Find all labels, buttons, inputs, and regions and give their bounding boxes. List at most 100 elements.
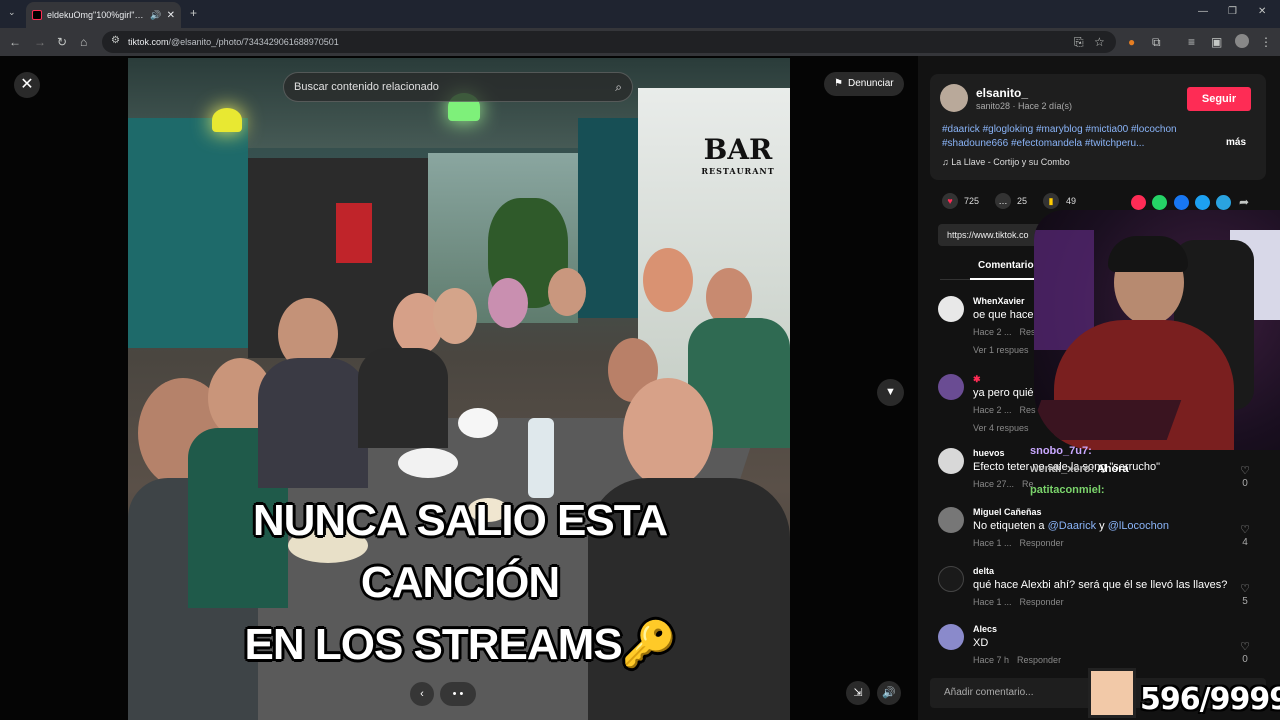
comment-time: Hace 2 ... <box>973 405 1012 415</box>
comment-time: Hace 1 ... <box>973 538 1012 548</box>
share-facebook-icon[interactable] <box>1174 195 1189 210</box>
tab-close-icon[interactable]: ✕ <box>167 10 175 21</box>
comment-meta: Hace 1 ... Responder <box>973 538 1072 548</box>
share-tiktok-icon[interactable] <box>1131 195 1146 210</box>
author-username[interactable]: elsanito_ <box>976 86 1028 100</box>
comment-like-icon[interactable]: ♡ <box>1238 464 1252 477</box>
commenter-name[interactable]: Miguel Cañeñas <box>973 507 1042 517</box>
close-viewer-button[interactable]: ✕ <box>14 72 40 98</box>
comment-like-icon[interactable]: ♡ <box>1238 582 1252 595</box>
related-search-input[interactable]: Buscar contenido relacionado ⌕ <box>283 72 633 102</box>
reply-button[interactable]: Responder <box>1017 655 1061 665</box>
extensions-icon[interactable]: ⧉ <box>1152 36 1161 48</box>
photo-pagination-dots[interactable]: • • <box>440 682 476 706</box>
search-icon[interactable]: ⌕ <box>615 73 622 101</box>
volume-button[interactable]: 🔊 <box>877 681 901 705</box>
author-avatar[interactable] <box>940 84 968 112</box>
profile-avatar-icon[interactable] <box>1235 34 1249 48</box>
window-close-icon[interactable]: ✕ <box>1258 7 1266 17</box>
chat-username: patitaconmiel: <box>1030 484 1105 496</box>
view-replies-button[interactable]: Ver 4 respues <box>973 423 1029 433</box>
volume-icon: 🔊 <box>882 687 896 699</box>
mention-link[interactable]: @lLocochon <box>1108 520 1169 532</box>
share-telegram-icon[interactable] <box>1216 195 1231 210</box>
tab-list-icon[interactable]: ⌄ <box>8 8 16 17</box>
speaker-icon: 🔊 <box>150 9 162 20</box>
comment-like-icon[interactable]: ♡ <box>1238 523 1252 536</box>
reply-button[interactable]: Res <box>1020 405 1036 415</box>
commenter-avatar[interactable] <box>938 507 964 533</box>
commenter-avatar[interactable] <box>938 624 964 650</box>
post-hashtags[interactable]: #daarick #glogloking #maryblog #mictia00… <box>942 123 1214 151</box>
install-icon[interactable]: ⎘ <box>1074 36 1084 48</box>
menu-kebab-icon[interactable]: ⋮ <box>1260 36 1272 48</box>
autoscroll-button[interactable]: ⇲ <box>846 681 870 705</box>
bookmark-star-icon[interactable]: ☆ <box>1094 36 1105 48</box>
tiktok-favicon-icon <box>32 10 42 20</box>
restore-icon[interactable]: ❐ <box>1228 7 1237 17</box>
caption-line: CANCIÓN <box>360 558 560 607</box>
author-subline: sanito28 · Hace 2 día(s) <box>976 101 1073 111</box>
report-button[interactable]: ⚑ Denunciar <box>824 72 904 96</box>
comment-text: XD <box>973 637 989 649</box>
chevron-down-icon: ▼ <box>885 386 896 398</box>
commenter-avatar[interactable] <box>938 296 964 322</box>
chat-line: wendi_xero: Ahora <box>1030 463 1129 475</box>
sidebar-icon[interactable]: ▣ <box>1211 36 1222 48</box>
minimize-icon[interactable]: — <box>1198 7 1208 17</box>
share-twitter-icon[interactable] <box>1195 195 1210 210</box>
tab-comments[interactable]: Comentarios <box>978 260 1039 271</box>
flag-icon: ⚑ <box>834 78 843 89</box>
new-tab-icon[interactable]: + <box>190 7 197 19</box>
commenter-name[interactable]: WhenXavier <box>973 296 1025 306</box>
commenter-name[interactable]: delta <box>973 566 994 576</box>
chat-username: wendi_xero: <box>1030 463 1095 475</box>
search-placeholder: Buscar contenido relacionado <box>294 81 439 93</box>
pin-icon: ⇲ <box>853 687 863 699</box>
view-replies-button[interactable]: Ver 1 respues <box>973 345 1029 355</box>
comment-text: No etiqueten a @Daarick y @lLocochon <box>973 520 1169 532</box>
url-field[interactable]: ⚙ tiktok.com/@elsanito_/photo/7343429061… <box>102 31 1116 53</box>
streamer-webcam <box>1034 210 1280 450</box>
tab-active-indicator <box>970 278 1040 280</box>
browser-tab[interactable]: eldekuOmg"100%girl" (@el 🔊 ✕ <box>26 2 181 28</box>
reply-button[interactable]: Responder <box>1020 597 1064 607</box>
site-info-icon[interactable]: ⚙ <box>111 36 120 46</box>
commenter-avatar[interactable] <box>938 374 964 400</box>
person-body <box>358 348 448 448</box>
share-more-icon[interactable]: ➦ <box>1239 196 1249 208</box>
extension-fox-icon[interactable]: ● <box>1128 36 1135 48</box>
like-heart-icon[interactable]: ♥ <box>942 193 958 209</box>
commenter-name[interactable]: huevos <box>973 448 1005 458</box>
media-icon[interactable]: ≡ <box>1188 36 1195 48</box>
follow-button[interactable]: Seguir <box>1187 87 1251 111</box>
forward-icon[interactable]: → <box>34 36 46 48</box>
next-post-button[interactable]: ▼ <box>877 379 904 406</box>
comment-text-part: No etiqueten a <box>973 520 1048 532</box>
music-title: La Llave - Cortijo y su Combo <box>951 157 1070 167</box>
comment-like-icon[interactable]: ♡ <box>1238 640 1252 653</box>
reload-icon[interactable]: ↻ <box>57 36 67 48</box>
bookmark-icon[interactable]: ▮ <box>1043 193 1059 209</box>
goal-counter: 596/9999 <box>1140 682 1280 717</box>
comment-icon[interactable]: … <box>995 193 1011 209</box>
comment-meta: Hace 7 h Responder <box>973 655 1069 665</box>
home-icon[interactable]: ⌂ <box>80 36 87 48</box>
commenter-avatar[interactable] <box>938 448 964 474</box>
bar-sign-sub: RESTAURANT <box>701 166 775 176</box>
back-icon[interactable]: ← <box>9 36 21 48</box>
commenter-name[interactable]: Alecs <box>973 624 997 634</box>
prev-photo-button[interactable]: ‹ <box>410 682 434 706</box>
yellow-lamp <box>212 108 242 132</box>
commenter-name[interactable]: ✱ <box>973 374 981 385</box>
reply-button[interactable]: Responder <box>1020 538 1064 548</box>
url-host: tiktok.com <box>128 37 169 47</box>
url-path: /@elsanito_/photo/7343429061688970501 <box>168 37 339 47</box>
more-link[interactable]: más <box>1226 137 1246 148</box>
share-whatsapp-icon[interactable] <box>1152 195 1167 210</box>
commenter-avatar[interactable] <box>938 566 964 592</box>
tab-title: eldekuOmg"100%girl" (@el <box>47 10 146 20</box>
music-line[interactable]: ♫ La Llave - Cortijo y su Combo <box>942 157 1070 167</box>
like-count: 725 <box>964 196 980 206</box>
mention-link[interactable]: @Daarick <box>1048 520 1096 532</box>
